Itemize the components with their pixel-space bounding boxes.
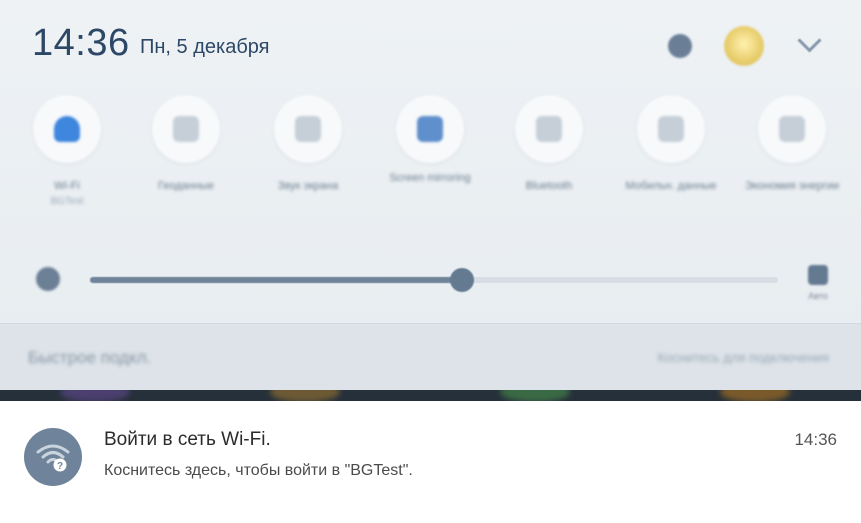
quick-connect-label: Быстрое подкл. bbox=[28, 348, 152, 367]
brightness-control: Авто bbox=[0, 255, 861, 311]
qs-tile-location[interactable]: Геоданные bbox=[127, 95, 245, 194]
brightness-slider[interactable] bbox=[90, 268, 778, 292]
avatar[interactable] bbox=[724, 26, 764, 66]
qs-tile-mobile-data[interactable]: Мобильн. данные bbox=[612, 95, 730, 194]
svg-text:?: ? bbox=[57, 461, 63, 472]
chevron-down-icon bbox=[796, 27, 822, 53]
qs-label: Экономия энергии bbox=[744, 180, 840, 192]
notification-text: Коснитесь здесь, чтобы войти в "BGTest". bbox=[104, 462, 413, 479]
notification-title: Войти в сеть Wi-Fi. bbox=[104, 429, 271, 450]
qs-label: Wi-Fi BGTest bbox=[50, 180, 84, 207]
qs-label: Bluetooth bbox=[525, 180, 573, 192]
shade-header: 14:36 Пн, 5 декабря bbox=[0, 0, 861, 90]
qs-tile-bluetooth[interactable]: Bluetooth bbox=[490, 95, 608, 194]
share-icon bbox=[274, 95, 342, 163]
expand-button[interactable] bbox=[793, 27, 825, 56]
brightness-icon bbox=[36, 267, 60, 291]
notification-shade: 14:36 Пн, 5 декабря Wi-Fi BGTest Геоданн… bbox=[0, 0, 861, 390]
gear-icon bbox=[668, 34, 692, 58]
quick-connect-hint: Коснитесь для подключения bbox=[657, 350, 829, 365]
settings-button[interactable] bbox=[664, 30, 696, 62]
qs-label: Звук экрана bbox=[277, 180, 339, 192]
cast-icon bbox=[396, 95, 464, 163]
qs-tile-share[interactable]: Звук экрана bbox=[249, 95, 367, 194]
bluetooth-icon bbox=[515, 95, 583, 163]
date: Пн, 5 декабря bbox=[140, 36, 270, 58]
location-icon bbox=[152, 95, 220, 163]
auto-brightness-button[interactable]: Авто bbox=[796, 265, 840, 309]
brightness-fill bbox=[90, 277, 462, 283]
mobile-data-icon bbox=[637, 95, 705, 163]
qs-tile-wifi[interactable]: Wi-Fi BGTest bbox=[8, 95, 126, 209]
qs-tile-screen[interactable]: Screen mirroring bbox=[371, 95, 489, 186]
notification-time: 14:36 bbox=[794, 430, 837, 449]
qs-label: Screen mirroring bbox=[389, 172, 471, 184]
auto-brightness-icon bbox=[808, 265, 828, 285]
quick-settings-row: Wi-Fi BGTest Геоданные Звук экрана Scree… bbox=[0, 95, 861, 235]
wifi-login-notification[interactable]: ? Войти в сеть Wi-Fi. Коснитесь здесь, ч… bbox=[0, 401, 861, 523]
clock: 14:36 bbox=[32, 22, 130, 64]
brightness-thumb[interactable] bbox=[449, 268, 474, 292]
qs-label: Геоданные bbox=[158, 180, 214, 192]
qs-label: Мобильн. данные bbox=[625, 180, 717, 192]
battery-icon bbox=[758, 95, 826, 163]
wifi-question-icon: ? bbox=[24, 428, 82, 486]
wifi-icon bbox=[33, 95, 101, 163]
qs-tile-power[interactable]: Экономия энергии bbox=[733, 95, 851, 194]
auto-brightness-label: Авто bbox=[808, 291, 828, 301]
quick-connect-bar[interactable]: Быстрое подкл. Коснитесь для подключения bbox=[0, 323, 861, 390]
